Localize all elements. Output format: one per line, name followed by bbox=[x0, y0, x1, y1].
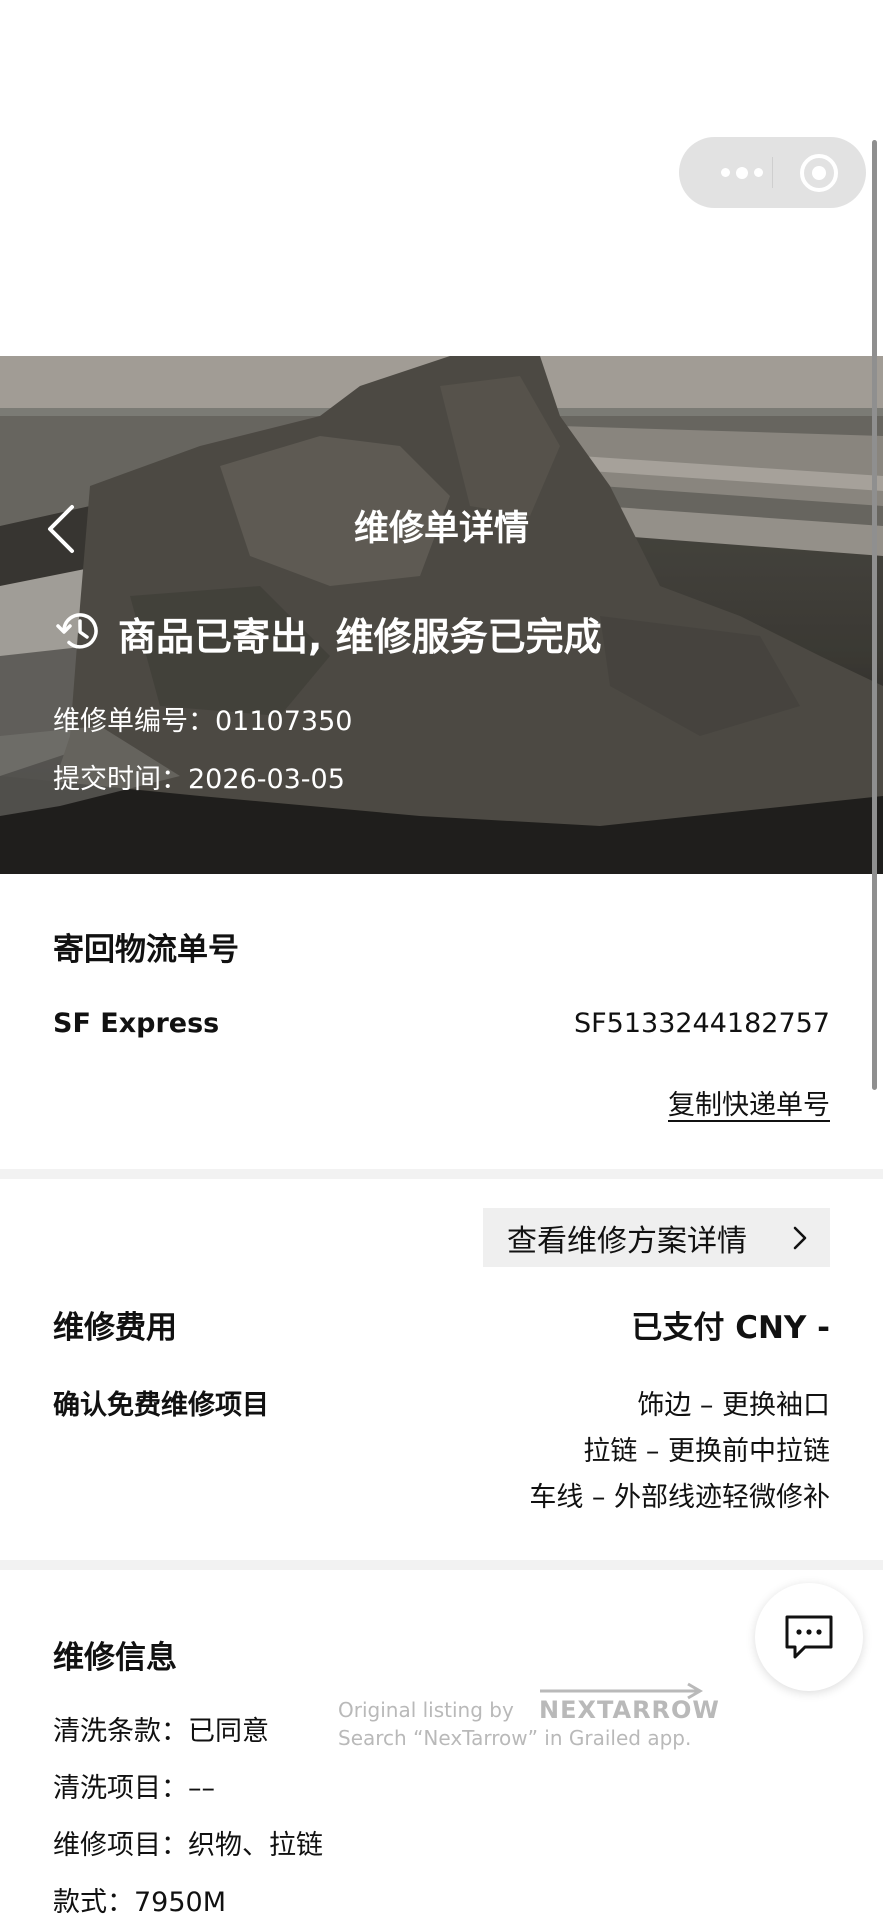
status-row: 商品已寄出, 维修服务已完成 bbox=[56, 604, 856, 660]
free-item: 车线 – 外部线迹轻微修补 bbox=[529, 1482, 830, 1513]
free-item: 拉链 – 更换前中拉链 bbox=[583, 1436, 830, 1467]
free-items-label: 确认免费维修项目 bbox=[53, 1390, 269, 1421]
view-plan-button[interactable]: 查看维修方案详情 bbox=[483, 1208, 830, 1267]
more-dots-icon[interactable] bbox=[721, 167, 766, 179]
watermark-line2: Search “NexTarrow” in Grailed app. bbox=[338, 1726, 692, 1750]
section-divider bbox=[0, 1560, 883, 1570]
info-label: 清洗条款： bbox=[53, 1716, 188, 1747]
chevron-left-icon bbox=[48, 505, 74, 553]
info-row-cleaning-items: 清洗项目：–– bbox=[53, 1766, 215, 1805]
history-clock-icon bbox=[56, 613, 98, 649]
info-row-cleaning-terms: 清洗条款：已同意 bbox=[53, 1709, 269, 1748]
info-row-style: 款式：7950M bbox=[53, 1880, 226, 1919]
order-status-text: 商品已寄出, 维修服务已完成 bbox=[118, 615, 602, 659]
order-number-label: 维修单编号： bbox=[53, 706, 215, 737]
chat-bubble-icon bbox=[785, 1615, 833, 1659]
submit-time-row: 提交时间：2026-03-05 bbox=[53, 757, 345, 796]
tracking-number: SF5133244182757 bbox=[574, 1008, 830, 1039]
info-value: –– bbox=[188, 1773, 215, 1804]
section-divider bbox=[0, 1169, 883, 1179]
carrier-name: SF Express bbox=[53, 1008, 220, 1039]
info-value: 7950M bbox=[134, 1887, 227, 1918]
view-plan-label: 查看维修方案详情 bbox=[507, 1223, 747, 1259]
info-label: 维修项目： bbox=[53, 1830, 188, 1861]
submit-time-label: 提交时间： bbox=[53, 764, 188, 795]
fees-title: 维修费用 bbox=[53, 1310, 177, 1346]
info-value: 已同意 bbox=[188, 1716, 269, 1747]
info-value: 织物、拉链 bbox=[188, 1830, 323, 1861]
scrollbar[interactable] bbox=[872, 140, 877, 1090]
copy-tracking-link[interactable]: 复制快递单号 bbox=[668, 1083, 830, 1122]
watermark-brand: NEXTARROW bbox=[539, 1696, 720, 1724]
target-circle-icon[interactable] bbox=[800, 154, 838, 192]
watermark-line1: Original listing by bbox=[338, 1698, 514, 1722]
logistics-title: 寄回物流单号 bbox=[53, 932, 239, 968]
free-item: 饰边 – 更换袖口 bbox=[637, 1390, 830, 1421]
capsule-divider bbox=[772, 157, 773, 188]
submit-time-value: 2026-03-05 bbox=[188, 764, 345, 795]
repair-info-title: 维修信息 bbox=[53, 1640, 177, 1676]
info-label: 款式： bbox=[53, 1887, 134, 1918]
miniapp-capsule bbox=[679, 137, 866, 208]
back-button[interactable] bbox=[42, 503, 82, 555]
payment-status: 已支付 CNY - bbox=[631, 1310, 830, 1346]
order-number-row: 维修单编号：01107350 bbox=[53, 699, 352, 738]
chat-button[interactable] bbox=[755, 1583, 863, 1691]
info-row-repair-items: 维修项目：织物、拉链 bbox=[53, 1823, 323, 1862]
info-label: 清洗项目： bbox=[53, 1773, 188, 1804]
order-number-value: 01107350 bbox=[215, 706, 353, 737]
chevron-right-icon bbox=[793, 1226, 807, 1250]
page-title: 维修单详情 bbox=[353, 509, 529, 549]
